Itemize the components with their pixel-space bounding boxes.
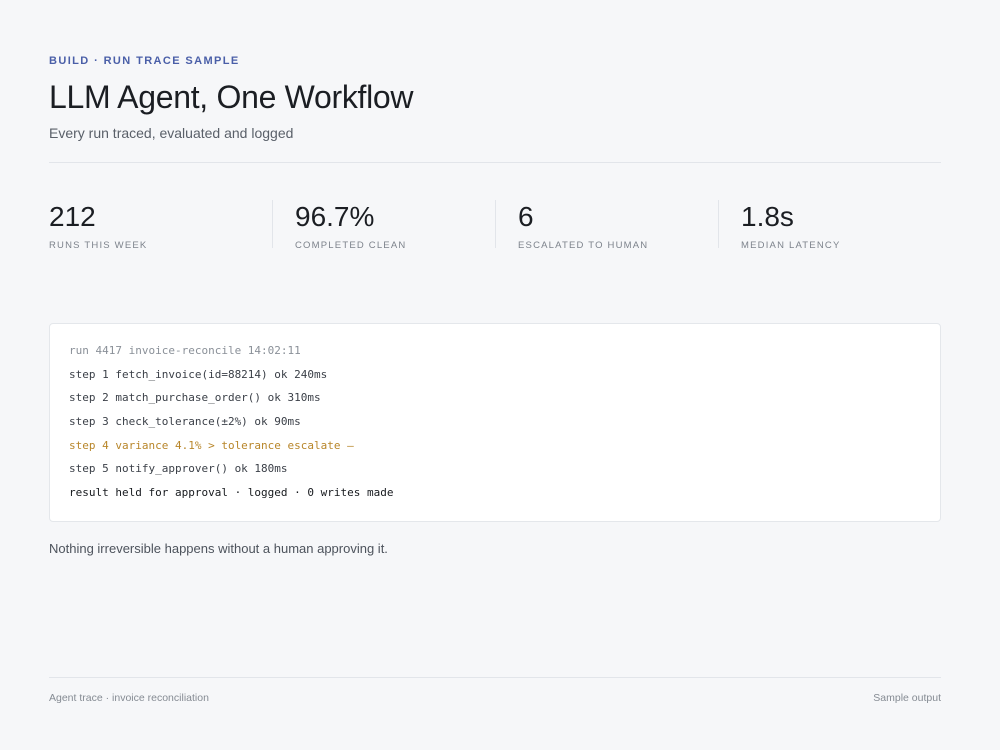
footer-sample-label: Sample output [873,692,941,704]
stat-value: 96.7% [295,201,375,232]
trace-line-step-4-escalation: step 4 variance 4.1% > tolerance escalat… [69,438,354,452]
trace-line-run-header: run 4417 invoice-reconcile 14:02:11 [69,344,301,357]
stat-value: 6 [518,201,534,232]
stat-median-latency: 1.8s MEDIAN LATENCY [718,200,941,251]
stat-value: 1.8s [741,201,794,232]
trace-line-step-1: step 1 fetch_invoice(id=88214) ok 240ms [69,367,328,381]
page-title: LLM Agent, One Workflow [49,79,414,115]
stat-label: MEDIAN LATENCY [741,240,841,251]
stat-escalated-to-human: 6 ESCALATED TO HUMAN [495,200,718,251]
trace-line-step-2: step 2 match_purchase_order() ok 310ms [69,391,321,405]
page: BUILD · RUN TRACE SAMPLE LLM Agent, One … [49,0,941,750]
trace-log-panel: run 4417 invoice-reconcile 14:02:11 step… [49,323,941,522]
footnote-text: Nothing irreversible happens without a h… [49,541,388,556]
stat-runs-this-week: 212 RUNS THIS WEEK [49,200,272,251]
stat-label: RUNS THIS WEEK [49,240,148,251]
footer-caption: Agent trace · invoice reconciliation [49,692,209,704]
trace-line-step-5: step 5 notify_approver() ok 180ms [69,462,288,476]
footer-divider [49,677,941,678]
stats-row: 212 RUNS THIS WEEK 96.7% COMPLETED CLEAN… [49,200,941,260]
trace-line-step-3: step 3 check_tolerance(±2%) ok 90ms [69,415,301,429]
stat-label: COMPLETED CLEAN [295,240,407,251]
page-subtitle: Every run traced, evaluated and logged [49,125,294,141]
eyebrow-label: BUILD · RUN TRACE SAMPLE [49,55,240,67]
trace-line-result: result held for approval · logged · 0 wr… [69,486,394,500]
stat-completed-clean: 96.7% COMPLETED CLEAN [272,200,495,251]
stat-label: ESCALATED TO HUMAN [518,240,649,251]
header-divider [49,162,941,163]
stat-value: 212 [49,201,96,232]
